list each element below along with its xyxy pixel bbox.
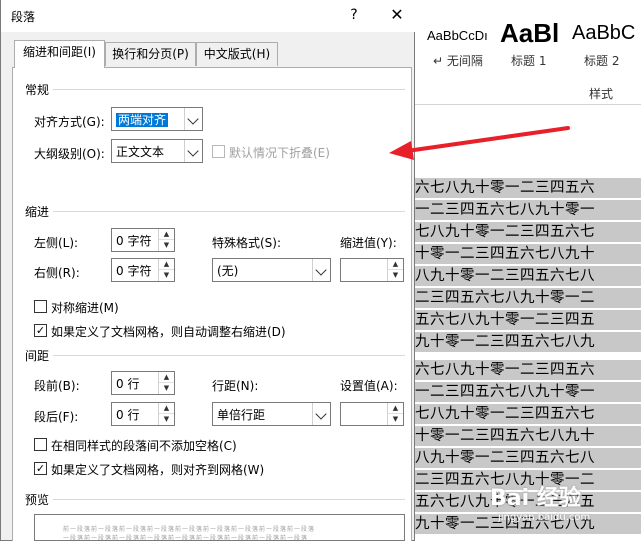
dialog-title: 段落 — [11, 10, 36, 24]
tab-indents-spacing[interactable]: 缩进和间距(I) — [14, 40, 105, 68]
spin-up-icon[interactable]: ▲ — [388, 403, 403, 414]
preview-line: 一段落前一段落前一段落前一段落前一段落前一段落前一段落前一段落前一段落 — [63, 535, 309, 541]
outline-level-value: 正文文本 — [116, 145, 165, 159]
document-line: 六七八九十零一二三四五六七 — [394, 222, 641, 242]
spin-down-icon[interactable]: ▼ — [159, 240, 174, 251]
section-general: 常规 — [25, 83, 50, 97]
spin-up-icon[interactable]: ▲ — [159, 372, 174, 383]
indent-right-stepper[interactable]: 0 字符 ▲ ▼ — [111, 258, 175, 282]
spin-up-icon[interactable]: ▲ — [159, 229, 174, 240]
styles-group-label: 样式 — [589, 87, 614, 101]
document-line: 七八九十零一二三四五六七八 — [394, 448, 641, 468]
line-spacing-value: 单倍行距 — [217, 408, 266, 422]
collapse-label: 默认情况下折叠(E) — [229, 146, 330, 160]
spin-down-icon[interactable]: ▼ — [388, 414, 403, 425]
spacing-after-stepper[interactable]: 0 行 ▲ ▼ — [111, 402, 175, 426]
section-spacing: 间距 — [25, 349, 50, 363]
style-name-no-spacing[interactable]: ↵ 无间隔 — [433, 52, 483, 69]
document-line: 九十零一二三四五六七八九十 — [394, 244, 641, 264]
document-line: 五六七八九十零一二三四五六 — [394, 360, 641, 380]
at-label: 设置值(A): — [340, 379, 398, 393]
no-space-checkbox[interactable] — [34, 438, 47, 451]
spacing-before-stepper[interactable]: 0 行 ▲ ▼ — [111, 371, 175, 395]
style-preview-heading2[interactable]: AaBbC — [572, 22, 635, 45]
watermark-url: jingyan.baidu.com — [498, 512, 591, 523]
document-line: 七八九十零一二三四五六七八 — [394, 266, 641, 286]
style-name-heading1[interactable]: 标题 1 — [511, 52, 546, 69]
outline-level-label: 大纲级别(O): — [34, 147, 105, 161]
style-name-heading2[interactable]: 标题 2 — [584, 52, 619, 69]
document-line: 五六七八九十零一二三四五六 — [394, 178, 641, 198]
section-preview: 预览 — [25, 493, 50, 507]
close-button[interactable]: ✕ — [385, 5, 409, 25]
alignment-value: 两端对齐 — [116, 113, 169, 127]
dialog-titlebar[interactable]: 段落 ? ✕ — [1, 0, 416, 32]
at-stepper[interactable]: ▲ ▼ — [340, 402, 404, 426]
auto-adjust-label: 如果定义了文档网格，则自动调整右缩进(D) — [51, 325, 286, 339]
paragraph-dialog: 段落 ? ✕ 缩进和间距(I) 换行和分页(P) 中文版式(H) 常规 对齐方式… — [0, 0, 416, 541]
special-label: 特殊格式(S): — [212, 236, 282, 250]
separator — [53, 89, 405, 90]
indent-left-label: 左侧(L): — [34, 236, 79, 250]
indent-by-stepper[interactable]: ▲ ▼ — [340, 258, 404, 282]
preview-box: 前一段落前一段落前一段落前一段落前一段落前一段落前一段落前一段落前一段落 一段落… — [34, 514, 405, 541]
indent-left-value: 0 字符 — [116, 234, 152, 248]
snap-grid-label: 如果定义了文档网格，则对齐到网格(W) — [51, 463, 265, 477]
help-button[interactable]: ? — [344, 5, 364, 25]
spacing-before-value: 0 行 — [116, 377, 140, 391]
document-line: 零一二三四五六七八九十零一 — [394, 200, 641, 220]
spin-down-icon[interactable]: ▼ — [159, 383, 174, 394]
outline-level-select[interactable]: 正文文本 — [111, 139, 203, 163]
separator — [53, 211, 405, 212]
indent-by-label: 缩进值(Y): — [340, 236, 397, 250]
snap-grid-checkbox[interactable]: ✓ — [34, 462, 47, 475]
document-line: 九十零一二三四五六七八九十 — [394, 426, 641, 446]
alignment-select[interactable]: 两端对齐 — [111, 107, 203, 131]
mirror-indents-label: 对称缩进(M) — [51, 301, 119, 315]
style-preview-no-spacing[interactable]: AaBbCcDı — [427, 28, 488, 43]
document-line: 六七八九十零一二三四五六七 — [394, 404, 641, 424]
spacing-before-label: 段前(B): — [34, 379, 80, 393]
indent-right-label: 右侧(R): — [34, 266, 80, 280]
special-value: (无) — [217, 264, 239, 278]
red-arrow-annotation — [389, 126, 570, 160]
style-preview-heading1[interactable]: AaBl — [500, 18, 559, 49]
mirror-indents-checkbox[interactable] — [34, 300, 47, 313]
line-spacing-label: 行距(N): — [212, 379, 259, 393]
spacing-after-label: 段后(F): — [34, 410, 79, 424]
chevron-down-icon[interactable] — [184, 140, 202, 162]
chevron-down-icon[interactable] — [312, 259, 330, 281]
tab-asian-typography[interactable]: 中文版式(H) — [196, 42, 278, 66]
spin-down-icon[interactable]: ▼ — [159, 414, 174, 425]
spin-up-icon[interactable]: ▲ — [159, 403, 174, 414]
preview-line: 前一段落前一段落前一段落前一段落前一段落前一段落前一段落前一段落前一段落 — [63, 526, 316, 533]
document-line: 一二三四五六七八九十零一二 — [394, 288, 641, 308]
chevron-down-icon[interactable] — [312, 403, 330, 425]
tab-line-page-breaks[interactable]: 换行和分页(P) — [105, 42, 196, 66]
spin-up-icon[interactable]: ▲ — [159, 259, 174, 270]
auto-adjust-checkbox[interactable]: ✓ — [34, 324, 47, 337]
spin-down-icon[interactable]: ▼ — [159, 270, 174, 281]
document-line: 八九十零一二三四五六七八九 — [394, 332, 641, 352]
indent-right-value: 0 字符 — [116, 264, 152, 278]
no-space-label: 在相同样式的段落间不添加空格(C) — [51, 439, 237, 453]
spacing-after-value: 0 行 — [116, 408, 140, 422]
watermark-logo: Bai 经验 — [490, 486, 581, 511]
indent-left-stepper[interactable]: 0 字符 ▲ ▼ — [111, 228, 175, 252]
chevron-down-icon[interactable] — [184, 108, 202, 130]
alignment-label: 对齐方式(G): — [34, 115, 105, 129]
special-select[interactable]: (无) — [212, 258, 331, 282]
spin-up-icon[interactable]: ▲ — [388, 259, 403, 270]
spin-down-icon[interactable]: ▼ — [388, 270, 403, 281]
line-spacing-select[interactable]: 单倍行距 — [212, 402, 331, 426]
section-indentation: 缩进 — [25, 205, 50, 219]
separator — [53, 355, 405, 356]
separator — [53, 499, 405, 500]
document-line: 四五六七八九十零一二三四五 — [394, 310, 641, 330]
collapse-checkbox[interactable] — [212, 145, 225, 158]
document-line: 零一二三四五六七八九十零一 — [394, 382, 641, 402]
